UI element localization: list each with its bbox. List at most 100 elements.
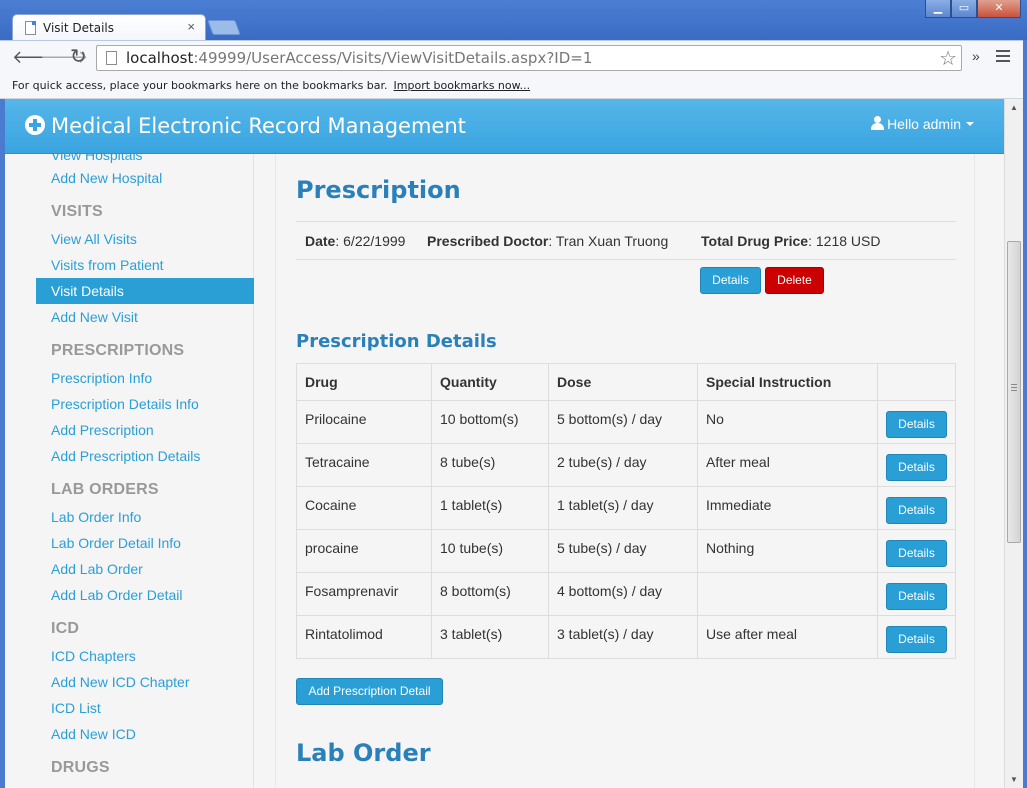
tab-title: Visit Details [43,21,114,35]
dose-cell: 5 bottom(s) / day [548,400,698,444]
window-controls: ▁ ▭ ✕ [925,0,1021,18]
add-prescription-detail-button[interactable]: Add Prescription Detail [296,678,443,705]
column-header-quantity: Quantity [431,363,549,401]
app-navbar: Medical Electronic Record Management Hel… [5,99,1004,154]
column-header-dose: Dose [548,363,698,401]
quantity-cell: 3 tablet(s) [431,615,549,659]
sidebar-item-lab-order-info[interactable]: Lab Order Info [36,504,254,530]
address-bar[interactable]: localhost:49999/UserAccess/Visits/ViewVi… [96,45,962,71]
action-cell: Details [877,486,956,530]
sidebar-item-icd-list[interactable]: ICD List [36,695,254,721]
sidebar-header-drugs: DRUGS [51,759,110,776]
sidebar-item-add-new-icd[interactable]: Add New ICD [36,721,254,747]
reload-icon[interactable]: ↻ [70,44,87,69]
prescription-title: Prescription [296,176,461,204]
sidebar-item-add-hospital[interactable]: Add New Hospital [36,165,254,191]
user-menu[interactable]: Hello admin [871,116,974,132]
sidebar-item-view-all-visits[interactable]: View All Visits [36,226,254,252]
sidebar-item-visit-details[interactable]: Visit Details [36,278,254,304]
instruction-cell: After meal [697,443,878,487]
sidebar-item-prescription-info[interactable]: Prescription Info [36,365,254,391]
browser-tab[interactable]: Visit Details × [12,14,206,41]
close-window-button[interactable]: ✕ [977,0,1021,18]
row-details-button[interactable]: Details [886,496,947,524]
sidebar-item-add-lab-order[interactable]: Add Lab Order [36,556,254,582]
sidebar: View Hospitals Add New Hospital VISITS V… [36,147,254,788]
import-bookmarks-link[interactable]: Import bookmarks now... [394,79,531,92]
instruction-cell [697,572,878,616]
sidebar-item-prescription-details-info[interactable]: Prescription Details Info [36,391,254,417]
instruction-cell: No [697,400,878,444]
prescription-delete-button[interactable]: Delete [765,267,824,294]
minimize-button[interactable]: ▁ [925,0,951,18]
user-icon [871,116,885,130]
quantity-cell: 8 tube(s) [431,443,549,487]
app-brand[interactable]: Medical Electronic Record Management [51,114,466,138]
page-icon [25,21,36,35]
row-details-button[interactable]: Details [886,582,947,610]
row-details-button[interactable]: Details [886,625,947,653]
browser-toolbar: 🡐 🡒 ↻ localhost:49999/UserAccess/Visits/… [0,40,1027,74]
user-greeting: Hello admin [887,116,961,132]
sidebar-item-visits-from-patient[interactable]: Visits from Patient [36,252,254,278]
maximize-button[interactable]: ▭ [951,0,977,18]
table-row: Prilocaine 10 bottom(s) 5 bottom(s) / da… [296,400,956,444]
instruction-cell: Immediate [697,486,878,530]
sidebar-item-add-new-visit[interactable]: Add New Visit [36,304,254,330]
column-header-actions [877,363,956,401]
sidebar-item-add-lab-order-detail[interactable]: Add Lab Order Detail [36,582,254,608]
close-tab-icon[interactable]: × [187,19,195,34]
quantity-cell: 8 bottom(s) [431,572,549,616]
table-row: Tetracaine 8 tube(s) 2 tube(s) / day Aft… [296,443,956,487]
drug-cell: Cocaine [296,486,432,530]
sidebar-header-prescriptions: PRESCRIPTIONS [51,342,185,359]
sidebar-header-visits: VISITS [51,203,103,220]
drug-cell: Prilocaine [296,400,432,444]
sidebar-item-add-prescription-details[interactable]: Add Prescription Details [36,443,254,469]
sidebar-header-icd: ICD [51,620,80,637]
table-row: Fosamprenavir 8 bottom(s) 4 bottom(s) / … [296,572,956,616]
dose-cell: 1 tablet(s) / day [548,486,698,530]
action-cell: Details [877,529,956,573]
sidebar-item-lab-order-detail-info[interactable]: Lab Order Detail Info [36,530,254,556]
scrollbar-thumb[interactable] [1007,241,1021,543]
sidebar-item-icd-chapters[interactable]: ICD Chapters [36,643,254,669]
prescription-date: Date: 6/22/1999 [305,233,406,249]
lab-order-title: Lab Order [296,739,431,767]
instruction-cell: Nothing [697,529,878,573]
new-tab-button[interactable] [207,20,241,35]
sidebar-item-add-icd-chapter[interactable]: Add New ICD Chapter [36,669,254,695]
caret-down-icon [966,122,974,126]
url-text: localhost:49999/UserAccess/Visits/ViewVi… [126,49,593,67]
grip-icon [1011,384,1017,393]
extensions-overflow-icon[interactable]: » [972,48,980,64]
row-details-button[interactable]: Details [886,453,947,481]
quantity-cell: 10 bottom(s) [431,400,549,444]
quantity-cell: 1 tablet(s) [431,486,549,530]
page-icon [106,51,117,65]
dose-cell: 5 tube(s) / day [548,529,698,573]
scroll-up-arrow-icon[interactable]: ▲ [1005,99,1023,116]
column-header-special-instruction: Special Instruction [697,363,878,401]
menu-icon[interactable] [996,50,1010,65]
vertical-scrollbar[interactable]: ▲ ▼ [1004,99,1023,788]
table-header-row: Drug Quantity Dose Special Instruction [296,363,956,401]
table-row: Cocaine 1 tablet(s) 1 tablet(s) / day Im… [296,486,956,530]
sidebar-header-lab-orders: LAB ORDERS [51,481,159,498]
drug-cell: Tetracaine [296,443,432,487]
prescription-details-button[interactable]: Details [700,267,761,294]
dose-cell: 4 bottom(s) / day [548,572,698,616]
total-drug-price: Total Drug Price: 1218 USD [701,233,881,249]
row-details-button[interactable]: Details [886,539,947,567]
table-row: procaine 10 tube(s) 5 tube(s) / day Noth… [296,529,956,573]
plus-circle-icon [25,115,45,135]
row-details-button[interactable]: Details [886,410,947,438]
dose-cell: 3 tablet(s) / day [548,615,698,659]
instruction-cell: Use after meal [697,615,878,659]
page-viewport: Medical Electronic Record Management Hel… [5,99,1004,788]
bookmark-star-icon[interactable]: ☆ [939,46,957,71]
action-cell: Details [877,615,956,659]
action-cell: Details [877,572,956,616]
sidebar-item-add-prescription[interactable]: Add Prescription [36,417,254,443]
scroll-down-arrow-icon[interactable]: ▼ [1005,771,1023,788]
